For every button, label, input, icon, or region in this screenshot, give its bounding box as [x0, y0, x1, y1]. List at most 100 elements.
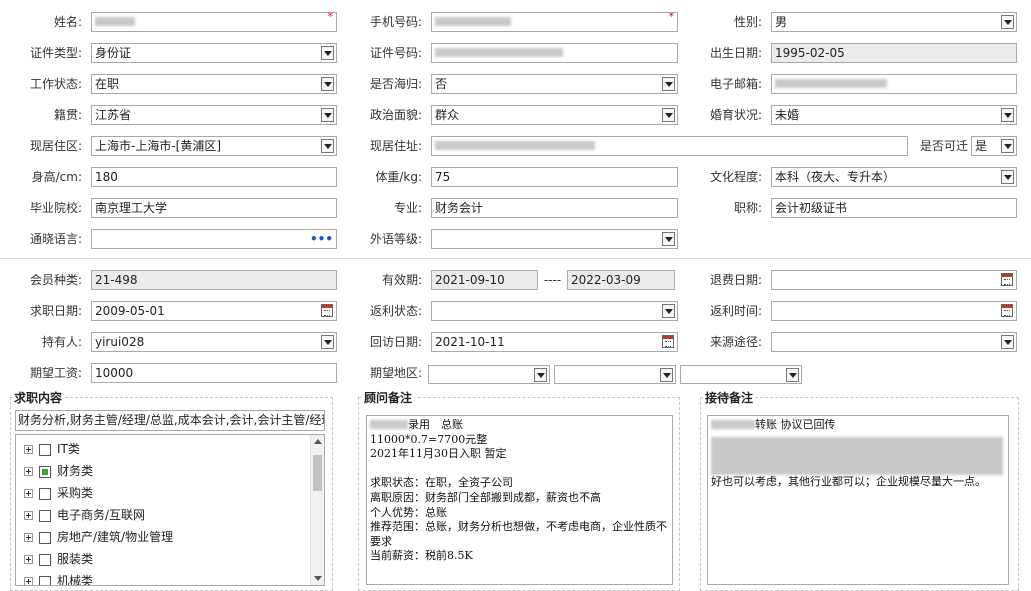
- work-status-value: 在职: [95, 77, 120, 91]
- chevron-down-icon[interactable]: [1001, 15, 1014, 29]
- education-select[interactable]: 本科（夜大、专升本）: [771, 167, 1017, 187]
- chevron-down-icon[interactable]: [321, 46, 334, 60]
- expand-icon[interactable]: [24, 489, 33, 498]
- visit-date-input[interactable]: 2021-10-11: [431, 332, 678, 352]
- job-date-input[interactable]: 2009-05-01: [91, 301, 337, 321]
- residence-area-value: 上海市-上海市-[黄浦区]: [95, 139, 222, 153]
- foreign-level-select[interactable]: [431, 229, 678, 249]
- mobile-input[interactable]: *: [431, 12, 678, 32]
- marital-status-label: 婚育状况:: [709, 108, 762, 122]
- gender-value: 男: [775, 15, 788, 29]
- expand-icon[interactable]: [24, 445, 33, 454]
- residence-area-select[interactable]: 上海市-上海市-[黄浦区]: [91, 136, 337, 156]
- category-item[interactable]: 服装类: [24, 548, 93, 570]
- calendar-icon[interactable]: [1001, 304, 1013, 317]
- major-input[interactable]: 财务会计: [431, 198, 678, 218]
- calendar-icon[interactable]: [321, 304, 333, 317]
- category-checkbox[interactable]: [39, 509, 51, 522]
- language-input[interactable]: •••: [91, 229, 337, 249]
- chevron-down-icon[interactable]: [662, 304, 675, 318]
- expand-icon[interactable]: [24, 533, 33, 542]
- reception-notes-textarea[interactable]: 转账 协议已回传 好也可以考虑，其他行业都可以；企业规模尽量大一点。: [707, 415, 1009, 585]
- weight-input[interactable]: 75: [431, 167, 678, 187]
- id-number-input[interactable]: [431, 43, 678, 63]
- relocatable-select[interactable]: 是: [971, 136, 1017, 156]
- residence-address-label: 现居住址:: [369, 139, 422, 153]
- gender-select[interactable]: 男: [771, 12, 1017, 32]
- chevron-down-icon[interactable]: [660, 368, 673, 382]
- category-item[interactable]: 房地产/建筑/物业管理: [24, 526, 173, 548]
- scroll-down-icon[interactable]: [314, 576, 322, 581]
- chevron-down-icon[interactable]: [321, 335, 334, 349]
- job-category-tree[interactable]: IT类财务类采购类电子商务/互联网房地产/建筑/物业管理 服装类 机械类: [15, 434, 325, 586]
- chevron-down-icon[interactable]: [1001, 108, 1014, 122]
- expand-icon[interactable]: [24, 467, 33, 476]
- chevron-down-icon[interactable]: [1001, 170, 1014, 184]
- overseas-select[interactable]: 否: [431, 74, 678, 94]
- valid-period-label: 有效期:: [381, 273, 422, 287]
- category-checkbox[interactable]: [39, 553, 51, 566]
- overseas-label: 是否海归:: [369, 77, 422, 91]
- chevron-down-icon[interactable]: [321, 108, 334, 122]
- chevron-down-icon[interactable]: [662, 232, 675, 246]
- native-place-select[interactable]: 江苏省: [91, 105, 337, 125]
- region-province-select[interactable]: [428, 365, 550, 384]
- overseas-value: 否: [435, 77, 448, 91]
- chevron-down-icon[interactable]: [1001, 139, 1014, 153]
- category-item[interactable]: 电子商务/互联网: [24, 504, 145, 526]
- reception-notes-title: 接待备注: [703, 391, 757, 405]
- chevron-down-icon[interactable]: [534, 368, 547, 382]
- job-content-summary[interactable]: 财务分析,财务主管/经理/总监,成本会计,会计,会计主管/经理: [15, 410, 325, 431]
- category-item[interactable]: IT类: [24, 438, 80, 460]
- calendar-icon[interactable]: [1001, 273, 1013, 286]
- category-checkbox[interactable]: [39, 487, 51, 500]
- marital-status-select[interactable]: 未婚: [771, 105, 1017, 125]
- category-item[interactable]: 机械类: [24, 570, 93, 585]
- name-input[interactable]: *: [91, 12, 337, 32]
- category-checkbox[interactable]: [39, 465, 51, 478]
- tree-scrollbar[interactable]: [310, 435, 324, 585]
- refund-date-input[interactable]: [771, 270, 1017, 290]
- expand-icon[interactable]: [24, 511, 33, 520]
- consultant-notes-textarea[interactable]: 录用 总账 11000*0.7=7700元整 2021年11月30日入职 暂定 …: [366, 415, 673, 585]
- scroll-thumb[interactable]: [313, 455, 322, 491]
- holder-select[interactable]: yirui028: [91, 332, 337, 352]
- chevron-down-icon[interactable]: [321, 139, 334, 153]
- rebate-status-select[interactable]: [431, 301, 678, 321]
- category-checkbox[interactable]: [39, 575, 51, 585]
- category-checkbox[interactable]: [39, 443, 51, 456]
- school-input[interactable]: 南京理工大学: [91, 198, 337, 218]
- chevron-down-icon[interactable]: [1001, 335, 1014, 349]
- chevron-down-icon[interactable]: [662, 77, 675, 91]
- email-input[interactable]: [771, 74, 1017, 94]
- more-icon[interactable]: •••: [310, 230, 333, 248]
- category-item[interactable]: 财务类: [24, 460, 93, 482]
- category-label: 电子商务/互联网: [57, 508, 146, 522]
- political-status-select[interactable]: 群众: [431, 105, 678, 125]
- rebate-time-input[interactable]: [771, 301, 1017, 321]
- job-date-value: 2009-05-01: [95, 304, 165, 318]
- work-status-label: 工作状态:: [29, 77, 82, 91]
- expand-icon[interactable]: [24, 577, 33, 585]
- category-label: 财务类: [57, 464, 94, 478]
- expand-icon[interactable]: [24, 555, 33, 564]
- salary-input[interactable]: 10000: [91, 363, 337, 383]
- height-input[interactable]: 180: [91, 167, 337, 187]
- id-type-select[interactable]: 身份证: [91, 43, 337, 63]
- work-status-select[interactable]: 在职: [91, 74, 337, 94]
- required-mark: *: [668, 12, 675, 23]
- title-input[interactable]: 会计初级证书: [771, 198, 1017, 218]
- category-item[interactable]: 采购类: [24, 482, 93, 504]
- calendar-icon[interactable]: [662, 335, 674, 348]
- region-district-select[interactable]: [680, 365, 802, 384]
- source-select[interactable]: [771, 332, 1017, 352]
- scroll-up-icon[interactable]: [314, 439, 322, 444]
- chevron-down-icon[interactable]: [662, 108, 675, 122]
- chevron-down-icon[interactable]: [786, 368, 799, 382]
- category-checkbox[interactable]: [39, 531, 51, 544]
- chevron-down-icon[interactable]: [321, 77, 334, 91]
- region-city-select[interactable]: [554, 365, 676, 384]
- residence-address-input[interactable]: [431, 136, 908, 156]
- consultant-notes-title: 顾问备注: [362, 391, 416, 405]
- id-type-value: 身份证: [95, 46, 132, 60]
